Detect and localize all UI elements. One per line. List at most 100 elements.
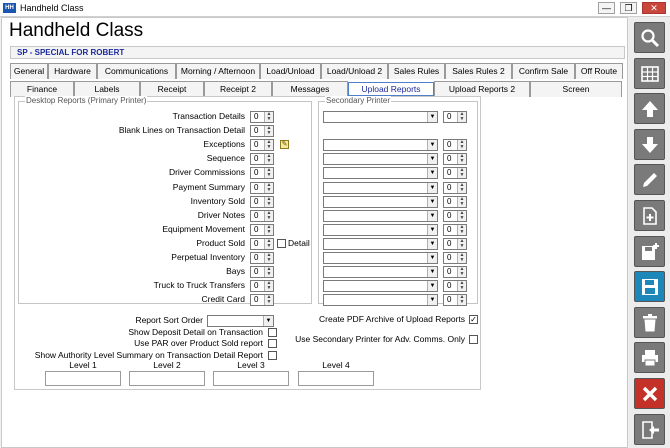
stepper-arrows-icon[interactable]: ▲ ▼ [264,182,273,193]
product-sold-detail-checkbox[interactable] [277,238,286,248]
stepper-arrows-icon[interactable]: ▲ ▼ [457,168,466,179]
secondary-printer-select[interactable]: ▼ [323,167,438,180]
save-button[interactable] [634,271,665,303]
copies-stepper[interactable]: 0 ▲ ▼ [250,181,274,194]
copies-stepper[interactable]: 0 ▲ ▼ [250,139,274,152]
chevron-down-icon[interactable]: ▼ [427,224,437,235]
stepper-arrows-icon[interactable]: ▲ ▼ [457,196,466,207]
stepper-arrows-icon[interactable]: ▲ ▼ [264,267,273,278]
stepper-arrows-icon[interactable]: ▲ ▼ [264,154,273,165]
stepper-arrows-icon[interactable]: ▲ ▼ [264,140,273,151]
tab-receipt[interactable]: Receipt [140,81,204,97]
stepper-arrows-icon[interactable]: ▲ ▼ [264,253,273,263]
stepper-arrows-icon[interactable]: ▲ ▼ [457,253,466,263]
printer-button[interactable] [634,342,665,374]
arrow-up-button[interactable] [634,93,665,125]
secondary-printer-select[interactable]: ▼ [323,111,438,123]
show-deposit-checkbox[interactable] [268,328,277,337]
secondary-copies-stepper[interactable]: 0 ▲ ▼ [443,167,467,180]
chevron-down-icon[interactable]: ▼ [427,267,437,278]
stepper-arrows-icon[interactable]: ▲ ▼ [457,281,466,292]
create-pdf-checkbox[interactable]: ✓ [469,315,478,324]
copies-stepper[interactable]: 0 ▲ ▼ [250,125,274,138]
secondary-printer-select[interactable]: ▼ [323,181,438,194]
new-document-button[interactable] [634,200,665,231]
secondary-printer-select[interactable]: ▼ [323,153,438,166]
chevron-down-icon[interactable]: ▼ [427,154,437,165]
stepper-arrows-icon[interactable]: ▲ ▼ [457,267,466,278]
secondary-copies-stepper[interactable]: 0 ▲ ▼ [443,266,467,279]
stepper-arrows-icon[interactable]: ▲ ▼ [457,224,466,235]
tab-load-unload-2[interactable]: Load/Unload 2 [321,63,388,79]
stepper-arrows-icon[interactable]: ▲ ▼ [457,112,466,122]
copies-stepper[interactable]: 0 ▲ ▼ [250,209,274,222]
chevron-down-icon[interactable]: ▼ [263,316,273,326]
tab-finance[interactable]: Finance [10,81,74,97]
tab-sales-rules[interactable]: Sales Rules [388,63,445,79]
tab-receipt-2[interactable]: Receipt 2 [204,81,272,97]
secondary-printer-select[interactable]: ▼ [323,209,438,222]
secondary-printer-select[interactable]: ▼ [323,237,438,250]
stepper-arrows-icon[interactable]: ▲ ▼ [457,182,466,193]
close-button[interactable]: ✕ [642,2,666,14]
chevron-down-icon[interactable]: ▼ [427,253,437,263]
grid-button[interactable] [634,57,665,89]
stepper-arrows-icon[interactable]: ▲ ▼ [457,154,466,165]
use-par-checkbox[interactable] [268,339,277,348]
secondary-copies-stepper[interactable]: 0 ▲ ▼ [443,111,467,123]
secondary-printer-select[interactable]: ▼ [323,252,438,264]
note-icon[interactable]: ✎ [280,140,289,150]
tab-hardware[interactable]: Hardware [48,63,97,79]
save-new-button[interactable] [634,235,665,267]
stepper-arrows-icon[interactable]: ▲ ▼ [457,210,466,221]
restore-button[interactable]: ❐ [620,2,637,14]
secondary-printer-select[interactable]: ▼ [323,280,438,293]
stepper-arrows-icon[interactable]: ▲ ▼ [457,140,466,151]
chevron-down-icon[interactable]: ▼ [427,168,437,179]
chevron-down-icon[interactable]: ▼ [427,182,437,193]
secondary-copies-stepper[interactable]: 0 ▲ ▼ [443,139,467,152]
secondary-copies-stepper[interactable]: 0 ▲ ▼ [443,153,467,166]
tab-general[interactable]: General [10,63,48,79]
stepper-arrows-icon[interactable]: ▲ ▼ [264,112,273,122]
stepper-arrows-icon[interactable]: ▲ ▼ [264,126,273,137]
stepper-arrows-icon[interactable]: ▲ ▼ [264,238,273,249]
level-3-input[interactable] [213,371,289,386]
tab-sales-rules-2[interactable]: Sales Rules 2 [445,63,512,79]
chevron-down-icon[interactable]: ▼ [427,112,437,122]
tab-upload-reports[interactable]: Upload Reports [348,82,434,96]
copies-stepper[interactable]: 0 ▲ ▼ [250,252,274,264]
copies-stepper[interactable]: 0 ▲ ▼ [250,167,274,180]
secondary-printer-select[interactable]: ▼ [323,223,438,236]
stepper-arrows-icon[interactable]: ▲ ▼ [457,295,466,306]
arrow-down-button[interactable] [634,128,665,160]
copies-stepper[interactable]: 0 ▲ ▼ [250,195,274,208]
stepper-arrows-icon[interactable]: ▲ ▼ [264,281,273,292]
chevron-down-icon[interactable]: ▼ [427,140,437,151]
exit-button[interactable] [634,413,665,445]
search-button[interactable] [634,22,665,53]
tab-upload-reports-2[interactable]: Upload Reports 2 [434,81,530,97]
copies-stepper[interactable]: 0 ▲ ▼ [250,266,274,279]
trash-button[interactable] [634,306,665,338]
pencil-button[interactable] [634,164,665,196]
secondary-printer-select[interactable]: ▼ [323,294,438,307]
tab-screen[interactable]: Screen [530,81,622,97]
chevron-down-icon[interactable]: ▼ [427,210,437,221]
stepper-arrows-icon[interactable]: ▲ ▼ [264,295,273,306]
level-4-input[interactable] [298,371,374,386]
secondary-printer-select[interactable]: ▼ [323,195,438,208]
tab-off-route[interactable]: Off Route [575,63,623,79]
level-1-input[interactable] [45,371,121,386]
copies-stepper[interactable]: 0 ▲ ▼ [250,153,274,166]
tab-morning-afternoon[interactable]: Morning / Afternoon [176,63,260,79]
chevron-down-icon[interactable]: ▼ [427,281,437,292]
tab-load-unload[interactable]: Load/Unload [260,63,321,79]
stepper-arrows-icon[interactable]: ▲ ▼ [264,196,273,207]
secondary-printer-select[interactable]: ▼ [323,266,438,279]
copies-stepper[interactable]: 0 ▲ ▼ [250,280,274,293]
chevron-down-icon[interactable]: ▼ [427,295,437,306]
stepper-arrows-icon[interactable]: ▲ ▼ [264,210,273,221]
tab-confirm-sale[interactable]: Confirm Sale [512,63,575,79]
secondary-printer-select[interactable]: ▼ [323,139,438,152]
